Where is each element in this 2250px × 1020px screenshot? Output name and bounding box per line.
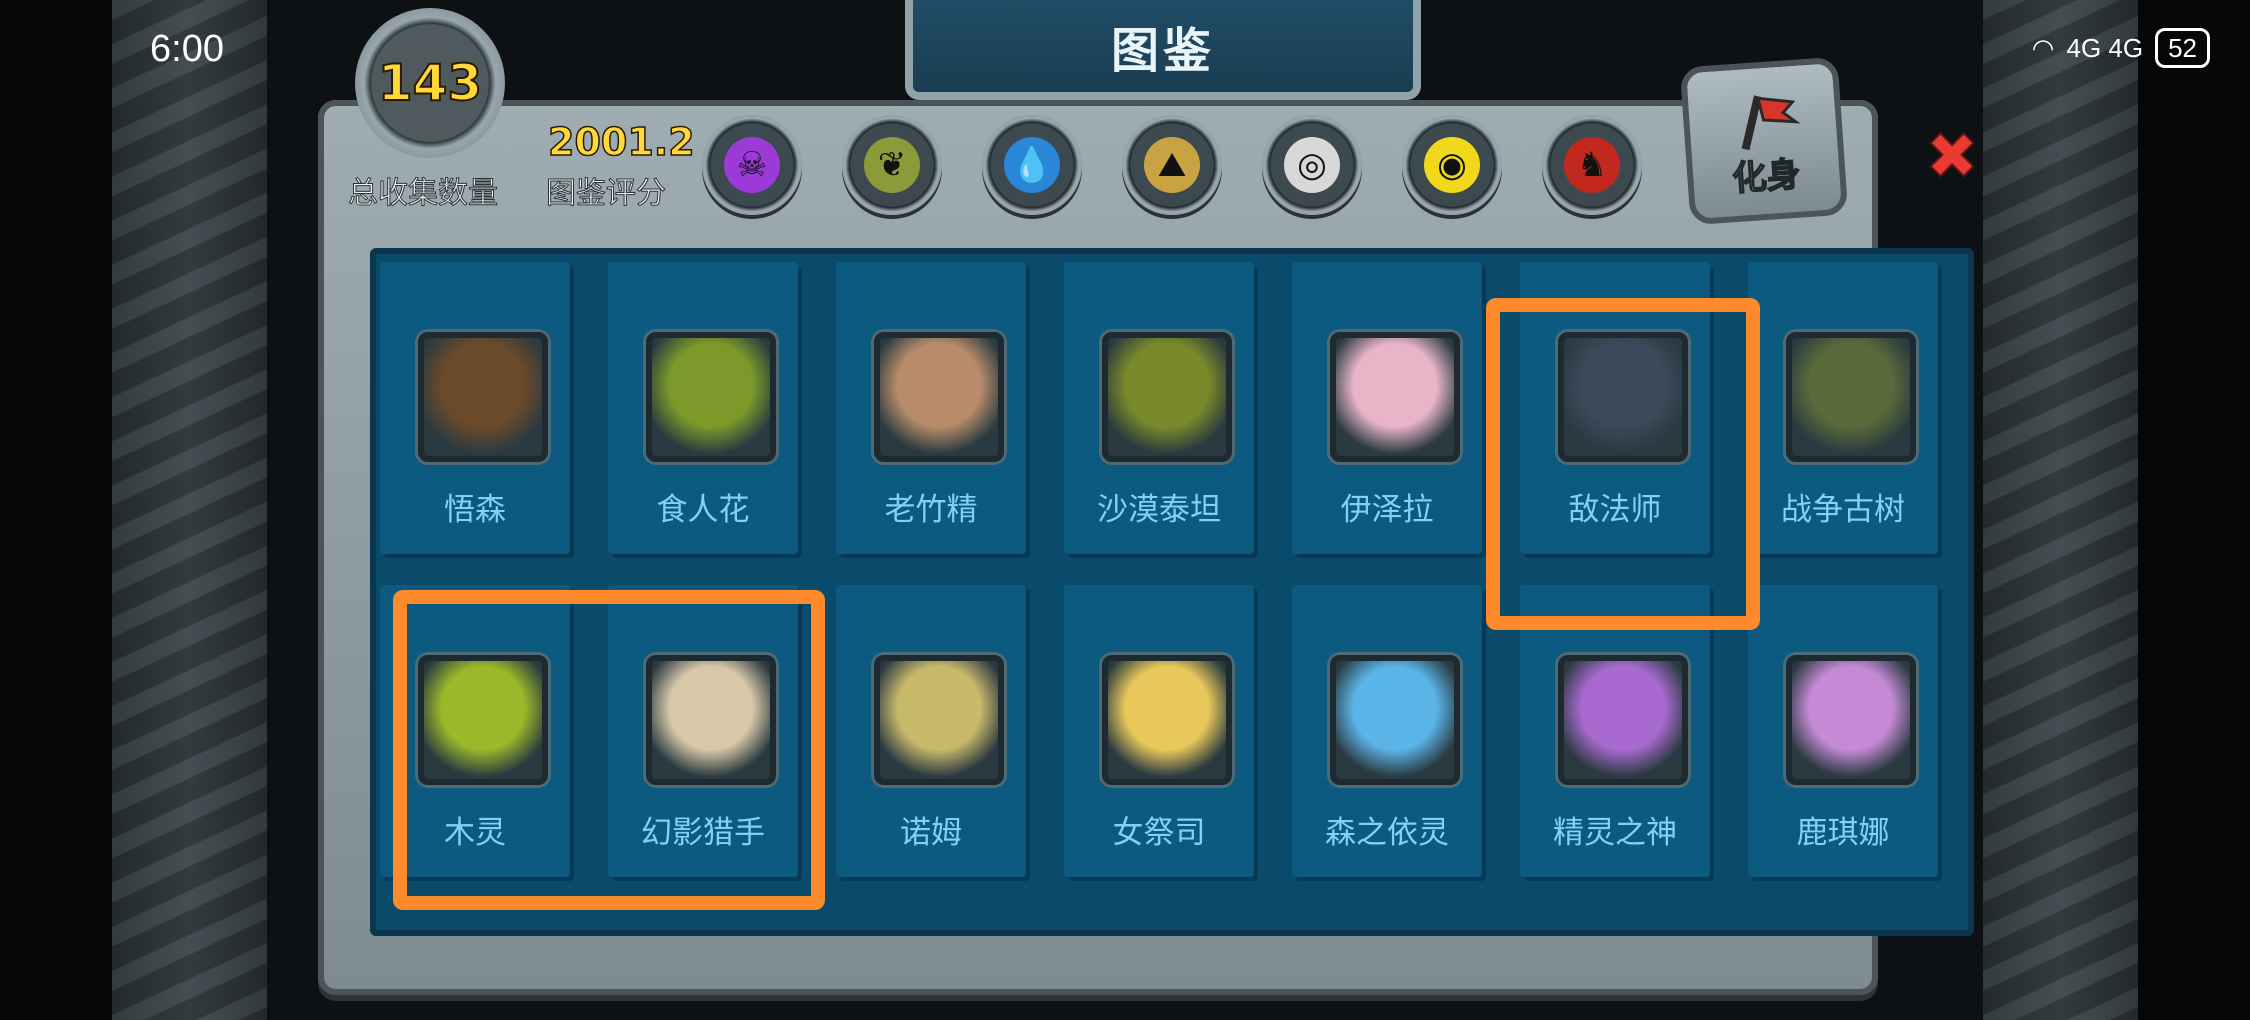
flag-axe-icon (1741, 95, 1801, 151)
character-portrait (1786, 655, 1916, 785)
water-drop-icon: 💧 (1004, 137, 1060, 193)
character-portrait (646, 332, 776, 462)
wifi-icon: ◠ (2031, 32, 2055, 63)
character-name: 精灵之神 (1553, 815, 1677, 851)
character-card[interactable]: 食人花 (608, 262, 798, 554)
status-time: 6:00 (150, 28, 224, 70)
avatar-label: 化身 (1730, 154, 1802, 200)
codex-score-label: 图鉴评分 (546, 176, 667, 212)
character-portrait (1102, 655, 1232, 785)
element-filter-button[interactable]: ◎ (1262, 115, 1362, 215)
character-name: 战争古树 (1781, 492, 1905, 528)
character-name: 诺姆 (900, 815, 962, 851)
character-name: 鹿琪娜 (1796, 815, 1890, 851)
close-button[interactable]: ✖ (1924, 124, 1980, 190)
avatar-button[interactable]: 化身 (1679, 56, 1849, 226)
title-banner: 图鉴 (905, 0, 1421, 100)
wind-spiral-icon: ◎ (1284, 137, 1340, 193)
status-icons: ◠ 4G 4G 52 (2032, 28, 2210, 68)
total-count: 143 (377, 53, 483, 113)
character-card[interactable]: 女祭司 (1064, 585, 1254, 877)
element-filter-button[interactable]: ❦ (842, 115, 942, 215)
character-portrait (1330, 332, 1460, 462)
highlight-box (1486, 298, 1760, 630)
character-portrait (418, 332, 548, 462)
character-card[interactable]: 伊泽拉 (1292, 262, 1482, 554)
character-card[interactable]: 诺姆 (836, 585, 1026, 877)
right-rock-wall (1983, 0, 2138, 1020)
character-name: 沙漠泰坦 (1097, 492, 1221, 528)
element-filter-button[interactable]: 💧 (982, 115, 1082, 215)
character-name: 伊泽拉 (1340, 492, 1434, 528)
character-card[interactable]: 沙漠泰坦 (1064, 262, 1254, 554)
character-name: 森之依灵 (1325, 815, 1449, 851)
light-eye-icon: ◉ (1424, 137, 1480, 193)
character-portrait (1558, 655, 1688, 785)
signal-icon: 4G 4G (2066, 32, 2144, 63)
character-card[interactable]: 老竹精 (836, 262, 1026, 554)
character-portrait (1786, 332, 1916, 462)
element-filter-button[interactable]: ♞ (1542, 115, 1642, 215)
character-card[interactable]: 森之依灵 (1292, 585, 1482, 877)
character-name: 食人花 (656, 492, 750, 528)
character-card[interactable]: 战争古树 (1748, 262, 1938, 554)
nature-leaf-icon: ❦ (864, 137, 920, 193)
character-portrait (1102, 332, 1232, 462)
character-card[interactable]: 悟森 (380, 262, 570, 554)
character-portrait (1330, 655, 1460, 785)
total-count-medal: 143 (355, 8, 505, 158)
codex-score: 2001.2 (547, 119, 695, 165)
character-name: 老竹精 (884, 492, 978, 528)
character-portrait (874, 332, 1004, 462)
element-filter-button[interactable]: ⛰ (1122, 115, 1222, 215)
highlight-box (393, 590, 825, 910)
page-title: 图鉴 (1110, 23, 1215, 79)
element-filter-button[interactable]: ◉ (1402, 115, 1502, 215)
character-name: 女祭司 (1112, 815, 1206, 851)
dark-dragon-icon: ♞ (1564, 137, 1620, 193)
character-portrait (874, 655, 1004, 785)
total-count-label: 总收集数量 (348, 176, 499, 212)
earth-rock-icon: ⛰ (1144, 137, 1200, 193)
left-rock-wall (112, 0, 267, 1020)
right-edge (2138, 0, 2250, 1020)
left-edge (0, 0, 112, 1020)
element-filter-button[interactable]: ☠ (702, 115, 802, 215)
battery-indicator: 52 (2155, 28, 2210, 68)
character-card[interactable]: 鹿琪娜 (1748, 585, 1938, 877)
character-name: 悟森 (444, 492, 506, 528)
purple-skull-icon: ☠ (724, 137, 780, 193)
